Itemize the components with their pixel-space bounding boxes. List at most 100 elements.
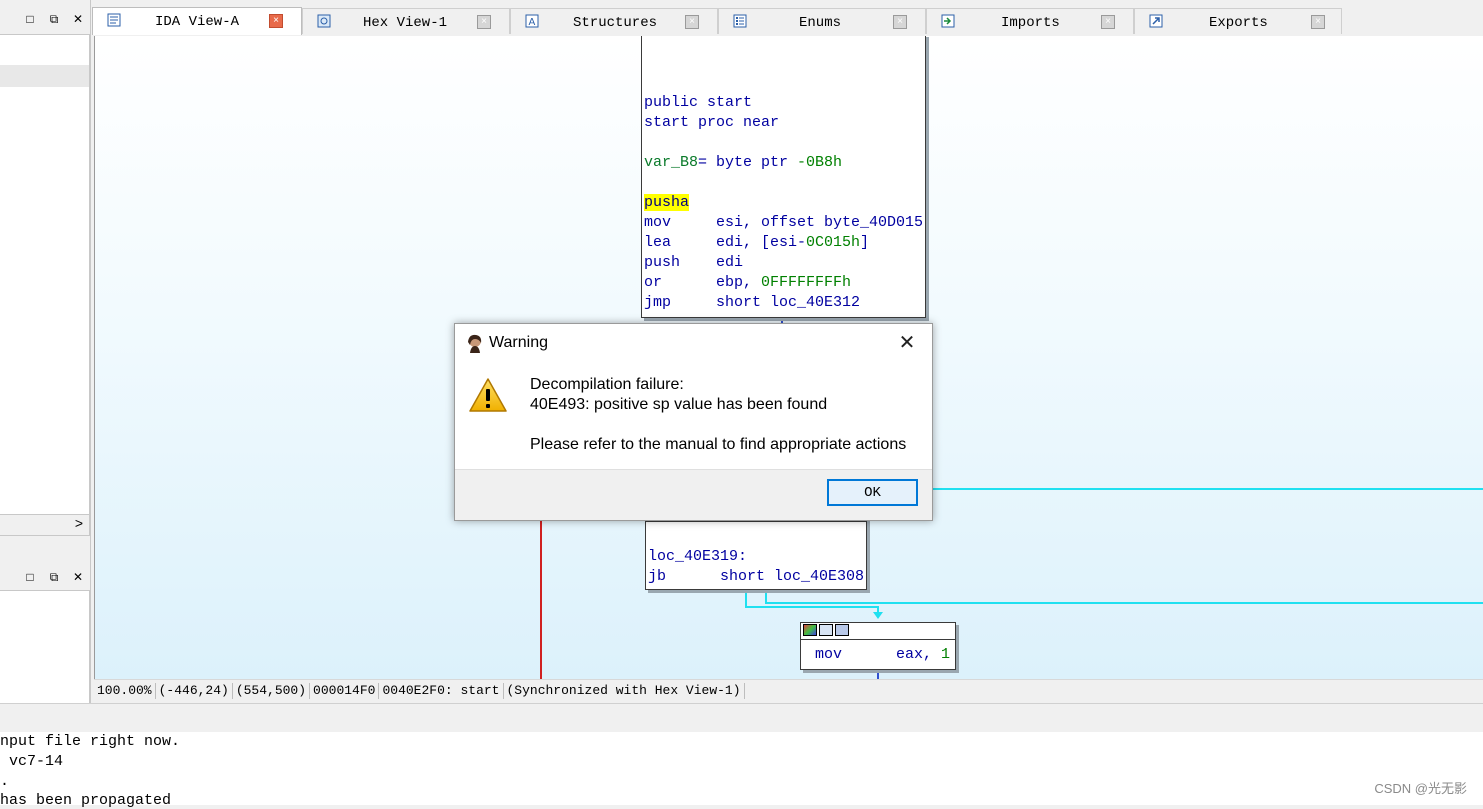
error-message-detail: 40E493: positive sp value has been found [530, 396, 828, 413]
output-window[interactable]: nput file right now. vc7-14 . has been p… [0, 732, 1483, 809]
structures-icon: A [525, 14, 539, 28]
tab-label: Hex View-1 [363, 15, 448, 31]
tab-structures[interactable]: A Structures × [510, 8, 718, 34]
functions-list[interactable] [0, 34, 90, 516]
restore-icon[interactable]: ⧉ [42, 567, 66, 587]
code-token: or ebp, [644, 274, 762, 291]
output-titlebar [0, 703, 1483, 733]
close-icon[interactable]: ✕ [896, 332, 918, 354]
list-item[interactable] [0, 65, 89, 87]
error-message-hint: Please refer to the manual to find appro… [530, 436, 907, 453]
code-token: 1 [941, 646, 951, 663]
zoom-level: 100.00% [94, 683, 156, 699]
code-line[interactable]: var_B8= byte ptr -0B8h [644, 153, 842, 173]
output-line: vc7-14 [0, 753, 64, 770]
dialog-title: Warning [489, 334, 548, 351]
ida-app-icon [468, 334, 482, 353]
code-token: lea edi, [esi- [644, 234, 807, 251]
edge-line [745, 606, 878, 608]
code-line[interactable]: loc_40E319: [648, 547, 747, 567]
close-tab-icon[interactable]: × [1311, 15, 1325, 29]
error-message-title: Decompilation failure: [530, 376, 684, 393]
graph-coords: (554,500) [233, 683, 311, 699]
tab-enums[interactable]: Enums × [718, 8, 926, 34]
edge-line [745, 590, 747, 607]
code-line[interactable]: or ebp, 0FFFFFFFFh [644, 273, 851, 293]
status-bar: 100.00% (-446,24) (554,500) 000014F0 004… [94, 679, 1483, 702]
code-token: -0B8h [797, 154, 843, 171]
tab-hex-view-1[interactable]: Hex View-1 × [302, 8, 510, 34]
code-line[interactable]: lea edi, [esi-0C015h] [644, 233, 869, 253]
scroll-right-icon[interactable]: > [75, 515, 83, 531]
code-token: public start [644, 94, 753, 111]
tab-imports[interactable]: Imports × [926, 8, 1134, 34]
code-line[interactable]: pusha [644, 193, 690, 213]
dialog-footer: OK [455, 469, 932, 520]
code-line[interactable]: jb short loc_40E308 [648, 567, 864, 587]
ida-view-icon [107, 13, 121, 27]
group-icon[interactable] [835, 624, 849, 636]
code-token: ] [860, 234, 870, 251]
code-token: pusha [644, 194, 690, 211]
output-line: . [0, 773, 10, 790]
code-line[interactable]: mov esi, offset byte_40D015 [644, 213, 923, 233]
code-line[interactable]: public start [644, 93, 752, 113]
code-line[interactable]: jmp short loc_40E312 [644, 293, 860, 313]
color-icon[interactable] [803, 624, 817, 636]
maximize-icon[interactable]: □ [18, 567, 42, 587]
current-address: 0040E2F0: start [379, 683, 504, 699]
hex-view-icon [317, 14, 331, 28]
mouse-coords: (-446,24) [156, 683, 233, 699]
tab-ida-view-a[interactable]: IDA View-A × [92, 7, 302, 35]
tab-exports[interactable]: Exports × [1134, 8, 1342, 34]
svg-text:A: A [529, 17, 536, 28]
node-header [801, 623, 955, 640]
code-token: var_B8 [644, 154, 699, 171]
code-token: 0C015h [806, 234, 861, 251]
file-offset: 000014F0 [310, 683, 380, 699]
tab-label: Imports [1001, 15, 1060, 31]
tab-label: Enums [799, 15, 842, 31]
close-tab-icon[interactable]: × [1101, 15, 1115, 29]
code-line[interactable]: start proc near [644, 113, 779, 133]
close-icon[interactable]: ✕ [66, 9, 90, 29]
warning-icon [469, 378, 507, 412]
code-token: mov esi, offset byte_40D015 [644, 214, 924, 231]
code-token: = byte ptr [698, 154, 798, 171]
edge-arrow-icon [873, 612, 883, 619]
close-icon[interactable]: ✕ [66, 567, 90, 587]
code-token: loc_40E319: [648, 548, 748, 565]
warning-dialog: Warning ✕ Decompilation failure: 40E493:… [454, 323, 933, 521]
functions-pane-titlebar: □ ⧉ ✕ [0, 8, 90, 30]
code-token: push edi [644, 254, 744, 271]
close-tab-icon[interactable]: × [269, 14, 283, 28]
close-tab-icon[interactable]: × [477, 15, 491, 29]
close-tab-icon[interactable]: × [893, 15, 907, 29]
watermark: CSDN @光无影 [1374, 781, 1467, 796]
close-tab-icon[interactable]: × [685, 15, 699, 29]
code-block-mov-eax[interactable]: mov eax, 1 [800, 622, 956, 670]
exports-icon [1149, 14, 1163, 28]
edge-line [931, 488, 1483, 490]
code-line[interactable]: push edi [644, 253, 743, 273]
code-line[interactable]: mov eax, 1 [815, 645, 950, 665]
restore-icon[interactable]: ⧉ [42, 9, 66, 29]
output-line: nput file right now. [0, 733, 181, 750]
imports-icon [941, 14, 955, 28]
rename-icon[interactable] [819, 624, 833, 636]
graph-overview[interactable] [0, 590, 90, 704]
tab-label: IDA View-A [155, 14, 240, 30]
output-line: has been propagated [0, 792, 172, 809]
code-token: 0FFFFFFFFh [761, 274, 852, 291]
sync-status: (Synchronized with Hex View-1) [504, 683, 745, 699]
maximize-icon[interactable]: □ [18, 9, 42, 29]
left-pane: □ ⧉ ✕ > □ ⧉ ✕ [0, 0, 91, 704]
enums-icon [733, 14, 747, 28]
code-token: start proc near [644, 114, 780, 131]
edge-line [877, 669, 879, 679]
ok-button[interactable]: OK [827, 479, 918, 506]
graph-overview-titlebar: □ ⧉ ✕ [0, 566, 90, 588]
tab-label: Exports [1209, 15, 1268, 31]
code-block-start[interactable]: public start start proc near var_B8= byte … [641, 36, 926, 318]
horizontal-scrollbar[interactable]: > [0, 514, 90, 536]
